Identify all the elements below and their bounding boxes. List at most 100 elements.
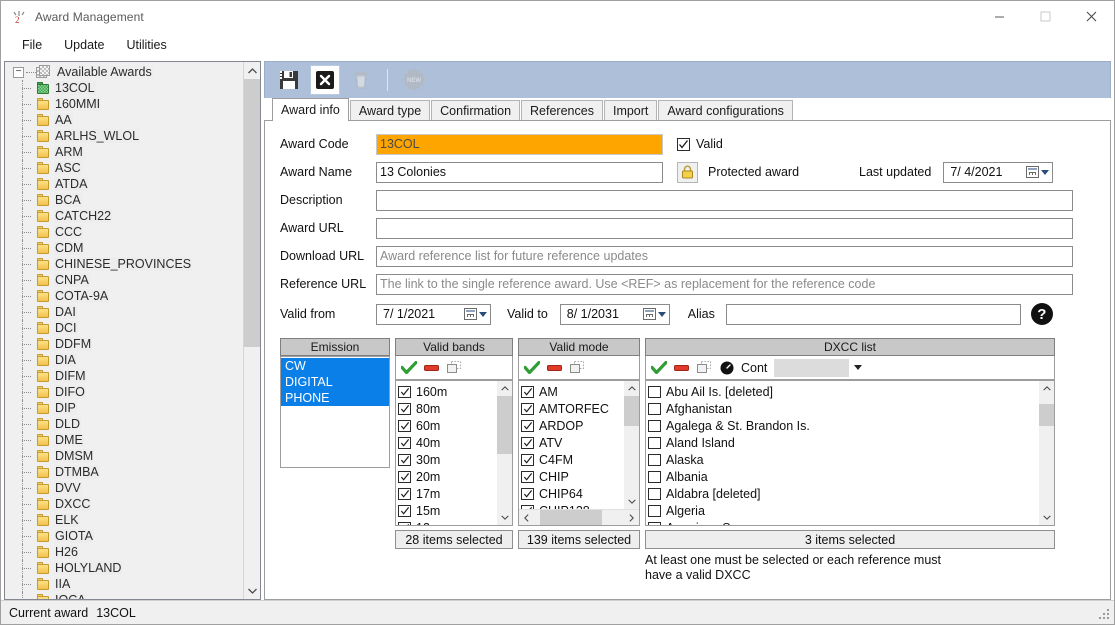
band-list-item[interactable]: 30m [398,451,497,468]
checkbox[interactable] [398,453,411,466]
tree-root-node[interactable]: − Available Awards [5,64,243,80]
green-check-icon[interactable] [651,361,667,375]
scroll-down-icon[interactable] [497,510,512,525]
tab-confirmation[interactable]: Confirmation [431,100,521,121]
green-check-icon[interactable] [401,361,417,375]
dxcc-list-item[interactable]: Alaska [648,451,1039,468]
tab-references[interactable]: References [521,100,603,121]
tree-item-elk[interactable]: ELK [5,512,243,528]
red-dash-icon[interactable] [424,361,440,375]
tree-item-dci[interactable]: DCI [5,320,243,336]
valid-checkbox-row[interactable]: Valid [677,137,723,151]
menu-utilities[interactable]: Utilities [115,35,177,55]
delete-icon[interactable] [346,65,376,95]
new-icon[interactable]: NEW [399,65,429,95]
checkbox[interactable] [398,402,411,415]
tree-item-arlhs_wlol[interactable]: ARLHS_WLOL [5,128,243,144]
checkbox[interactable] [398,470,411,483]
checkbox[interactable] [521,385,534,398]
emission-item[interactable]: DIGITAL [281,374,389,390]
dxcc-list-item[interactable]: Aldabra [deleted] [648,485,1039,502]
tree-item-h26[interactable]: H26 [5,544,243,560]
bands-scroll-track[interactable] [497,396,512,510]
alias-input[interactable] [725,303,1021,325]
dxcc-selected-count[interactable]: 3 items selected [645,530,1055,549]
checkbox[interactable] [648,504,661,517]
tab-award-info[interactable]: Award info [272,98,349,121]
band-list-item[interactable]: 80m [398,400,497,417]
scroll-right-icon[interactable] [624,510,639,526]
checkbox[interactable] [648,436,661,449]
scroll-left-icon[interactable] [519,510,534,526]
modes-listbox[interactable]: AMAMTORFECARDOPATVC4FMCHIPCHIP64CHIP128C… [518,380,640,526]
tree-item-cota-9a[interactable]: COTA-9A [5,288,243,304]
tree-item-bca[interactable]: BCA [5,192,243,208]
tree-item-dtmba[interactable]: DTMBA [5,464,243,480]
modes-hscrollbar[interactable] [519,509,639,525]
copy-windows-icon[interactable] [570,361,586,375]
band-list-item[interactable]: 17m [398,485,497,502]
checkbox[interactable] [398,504,411,517]
tree-item-dme[interactable]: DME [5,432,243,448]
tree-item-ddfm[interactable]: DDFM [5,336,243,352]
valid-to-date-picker[interactable]: 8/ 1/2031 [559,303,670,325]
modes-hscroll-track[interactable] [534,509,624,525]
dxcc-list-item[interactable]: Afghanistan [648,400,1039,417]
mode-list-item[interactable]: ATV [521,434,624,451]
checkbox[interactable] [398,419,411,432]
download-url-input[interactable]: Award reference list for future referenc… [376,245,1073,267]
dxcc-list-item[interactable]: Albania [648,468,1039,485]
tree-item-160mmi[interactable]: 160MMI [5,96,243,112]
tree-item-dip[interactable]: DIP [5,400,243,416]
tree-item-chinese_provinces[interactable]: CHINESE_PROVINCES [5,256,243,272]
checkbox[interactable] [398,521,411,525]
emission-item[interactable]: CW [281,358,389,374]
dxcc-list-item[interactable]: Aland Island [648,434,1039,451]
dxcc-listbox[interactable]: Abu Ail Is. [deleted] Afghanistan Agalega … [645,380,1055,526]
bands-scroll-thumb[interactable] [497,396,512,454]
awards-tree[interactable]: − Available Awards 13COL 160MMI AA ARLHS_WL… [5,62,243,599]
valid-to-calendar-dropdown-icon[interactable] [642,308,666,320]
lock-icon[interactable] [677,161,698,183]
band-list-item[interactable]: 20m [398,468,497,485]
dxcc-scroll-thumb[interactable] [1039,404,1054,426]
help-icon[interactable]: ? [1030,303,1053,325]
tree-item-difo[interactable]: DIFO [5,384,243,400]
checkbox[interactable] [648,487,661,500]
menu-file[interactable]: File [11,35,53,55]
collapse-icon[interactable]: − [13,66,24,78]
dxcc-list-item[interactable]: Abu Ail Is. [deleted] [648,383,1039,400]
black-circle-clock-icon[interactable] [720,361,734,375]
tree-item-dmsm[interactable]: DMSM [5,448,243,464]
save-icon[interactable] [274,65,304,95]
description-input[interactable] [376,189,1073,211]
calendar-dropdown-icon[interactable] [1026,166,1050,178]
tree-item-holyland[interactable]: HOLYLAND [5,560,243,576]
checkbox[interactable] [521,436,534,449]
valid-from-date-picker[interactable]: 7/ 1/2021 [376,303,491,325]
tab-award-type[interactable]: Award type [349,100,431,121]
tree-item-arm[interactable]: ARM [5,144,243,160]
modes-hscroll-thumb[interactable] [540,509,602,525]
cont-dropdown[interactable] [774,358,850,377]
bands-scrollbar[interactable] [497,381,512,525]
checkbox[interactable] [521,470,534,483]
scroll-up-icon[interactable] [624,381,639,396]
dxcc-list-item[interactable]: Agalega & St. Brandon Is. [648,417,1039,434]
maximize-icon[interactable] [1022,1,1068,32]
resize-grip-icon[interactable] [1099,609,1111,621]
mode-list-item[interactable]: C4FM [521,451,624,468]
tree-item-giota[interactable]: GIOTA [5,528,243,544]
tree-item-dxcc[interactable]: DXCC [5,496,243,512]
checkbox[interactable] [398,487,411,500]
emission-item[interactable]: PHONE [281,390,389,406]
tree-item-cdm[interactable]: CDM [5,240,243,256]
dxcc-list-item[interactable]: Algeria [648,502,1039,519]
modes-scrollbar[interactable] [624,381,639,509]
tree-item-cnpa[interactable]: CNPA [5,272,243,288]
checkbox[interactable] [398,385,411,398]
mode-list-item[interactable]: CHIP [521,468,624,485]
reference-url-input[interactable]: The link to the single reference award. … [376,273,1073,295]
copy-windows-icon[interactable] [697,361,713,375]
dxcc-scrollbar[interactable] [1039,381,1054,525]
